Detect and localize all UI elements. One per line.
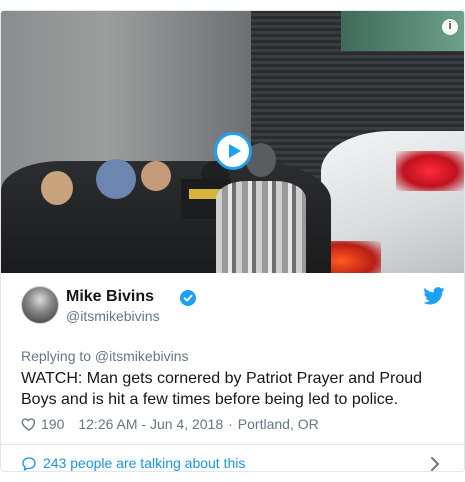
video-frame-person xyxy=(141,161,171,191)
info-button[interactable]: i xyxy=(442,19,458,35)
tweet-text: WATCH: Man gets cornered by Patriot Pray… xyxy=(21,370,423,408)
twitter-bird-icon[interactable] xyxy=(423,287,445,305)
video-frame-person xyxy=(41,171,73,205)
comment-bubble-icon xyxy=(22,457,36,471)
reply-context[interactable]: Replying to @itsmikebivins xyxy=(21,348,189,364)
like-count[interactable]: 190 xyxy=(41,416,64,432)
video-frame-person xyxy=(216,181,306,273)
author-name[interactable]: Mike Bivins xyxy=(66,288,154,306)
tweet-timestamp[interactable]: 12:26 AM - Jun 4, 2018 xyxy=(78,416,223,432)
video-frame-siren-light xyxy=(396,151,464,191)
video-frame-person xyxy=(96,159,136,199)
chevron-right-icon xyxy=(431,457,439,471)
tweet-author: Mike Bivins @itsmikebivins xyxy=(21,286,451,326)
divider xyxy=(1,444,464,445)
tweet-video-thumbnail[interactable]: i xyxy=(1,11,464,273)
conversation-count: 243 people are talking about this xyxy=(43,455,246,471)
tweet-embed-card: i Mike Bivins @itsmikebivins Replying to… xyxy=(0,10,465,472)
conversation-link[interactable]: 243 people are talking about this xyxy=(21,455,444,471)
author-handle[interactable]: @itsmikebivins xyxy=(66,308,160,324)
play-button[interactable] xyxy=(214,132,252,170)
meta-separator: · xyxy=(228,416,233,432)
info-icon: i xyxy=(448,20,452,32)
heart-icon[interactable] xyxy=(21,416,37,432)
tweet-meta: 190 12:26 AM - Jun 4, 2018 · Portland, O… xyxy=(21,415,319,433)
avatar[interactable] xyxy=(21,286,59,324)
tweet-location[interactable]: Portland, OR xyxy=(238,416,319,432)
verified-badge-icon xyxy=(180,290,196,306)
play-icon xyxy=(229,144,241,158)
